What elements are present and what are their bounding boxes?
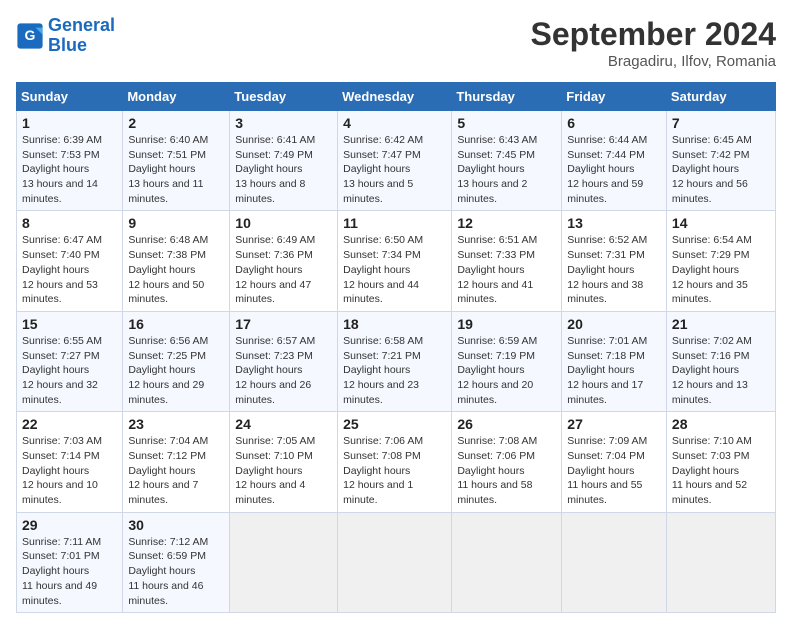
- table-row: 24Sunrise: 7:05 AMSunset: 7:10 PMDayligh…: [230, 412, 338, 512]
- header-sunday: Sunday: [17, 83, 123, 111]
- table-row: 21Sunrise: 7:02 AMSunset: 7:16 PMDayligh…: [666, 311, 775, 411]
- table-row: 27Sunrise: 7:09 AMSunset: 7:04 PMDayligh…: [562, 412, 667, 512]
- header-wednesday: Wednesday: [338, 83, 452, 111]
- header-tuesday: Tuesday: [230, 83, 338, 111]
- table-row: 13Sunrise: 6:52 AMSunset: 7:31 PMDayligh…: [562, 211, 667, 311]
- logo: G General Blue: [16, 16, 115, 56]
- header-saturday: Saturday: [666, 83, 775, 111]
- table-row: 22Sunrise: 7:03 AMSunset: 7:14 PMDayligh…: [17, 412, 123, 512]
- table-row: 2Sunrise: 6:40 AMSunset: 7:51 PMDaylight…: [123, 111, 230, 211]
- month-title: September 2024: [531, 16, 776, 53]
- logo-text: General Blue: [48, 16, 115, 56]
- calendar-body: 1Sunrise: 6:39 AMSunset: 7:53 PMDaylight…: [17, 111, 776, 613]
- header-monday: Monday: [123, 83, 230, 111]
- table-row: [452, 512, 562, 612]
- table-row: [338, 512, 452, 612]
- table-row: [666, 512, 775, 612]
- table-row: 20Sunrise: 7:01 AMSunset: 7:18 PMDayligh…: [562, 311, 667, 411]
- table-row: 18Sunrise: 6:58 AMSunset: 7:21 PMDayligh…: [338, 311, 452, 411]
- table-row: 26Sunrise: 7:08 AMSunset: 7:06 PMDayligh…: [452, 412, 562, 512]
- table-row: 29Sunrise: 7:11 AMSunset: 7:01 PMDayligh…: [17, 512, 123, 612]
- table-row: 5Sunrise: 6:43 AMSunset: 7:45 PMDaylight…: [452, 111, 562, 211]
- table-row: 23Sunrise: 7:04 AMSunset: 7:12 PMDayligh…: [123, 412, 230, 512]
- table-row: 25Sunrise: 7:06 AMSunset: 7:08 PMDayligh…: [338, 412, 452, 512]
- location: Bragadiru, Ilfov, Romania: [531, 53, 776, 70]
- table-row: 15Sunrise: 6:55 AMSunset: 7:27 PMDayligh…: [17, 311, 123, 411]
- table-row: 8Sunrise: 6:47 AMSunset: 7:40 PMDaylight…: [17, 211, 123, 311]
- calendar-header: Sunday Monday Tuesday Wednesday Thursday…: [17, 83, 776, 111]
- table-row: 10Sunrise: 6:49 AMSunset: 7:36 PMDayligh…: [230, 211, 338, 311]
- table-row: 19Sunrise: 6:59 AMSunset: 7:19 PMDayligh…: [452, 311, 562, 411]
- svg-text:G: G: [25, 27, 36, 43]
- table-row: 9Sunrise: 6:48 AMSunset: 7:38 PMDaylight…: [123, 211, 230, 311]
- table-row: [562, 512, 667, 612]
- table-row: 16Sunrise: 6:56 AMSunset: 7:25 PMDayligh…: [123, 311, 230, 411]
- table-row: 1Sunrise: 6:39 AMSunset: 7:53 PMDaylight…: [17, 111, 123, 211]
- page-header: G General Blue September 2024 Bragadiru,…: [16, 16, 776, 70]
- table-row: 28Sunrise: 7:10 AMSunset: 7:03 PMDayligh…: [666, 412, 775, 512]
- table-row: 30Sunrise: 7:12 AMSunset: 6:59 PMDayligh…: [123, 512, 230, 612]
- table-row: 3Sunrise: 6:41 AMSunset: 7:49 PMDaylight…: [230, 111, 338, 211]
- header-thursday: Thursday: [452, 83, 562, 111]
- table-row: 7Sunrise: 6:45 AMSunset: 7:42 PMDaylight…: [666, 111, 775, 211]
- table-row: 17Sunrise: 6:57 AMSunset: 7:23 PMDayligh…: [230, 311, 338, 411]
- table-row: 14Sunrise: 6:54 AMSunset: 7:29 PMDayligh…: [666, 211, 775, 311]
- logo-icon: G: [16, 22, 44, 50]
- table-row: [230, 512, 338, 612]
- table-row: 6Sunrise: 6:44 AMSunset: 7:44 PMDaylight…: [562, 111, 667, 211]
- header-friday: Friday: [562, 83, 667, 111]
- table-row: 11Sunrise: 6:50 AMSunset: 7:34 PMDayligh…: [338, 211, 452, 311]
- table-row: 4Sunrise: 6:42 AMSunset: 7:47 PMDaylight…: [338, 111, 452, 211]
- calendar-table: Sunday Monday Tuesday Wednesday Thursday…: [16, 82, 776, 613]
- title-block: September 2024 Bragadiru, Ilfov, Romania: [531, 16, 776, 70]
- table-row: 12Sunrise: 6:51 AMSunset: 7:33 PMDayligh…: [452, 211, 562, 311]
